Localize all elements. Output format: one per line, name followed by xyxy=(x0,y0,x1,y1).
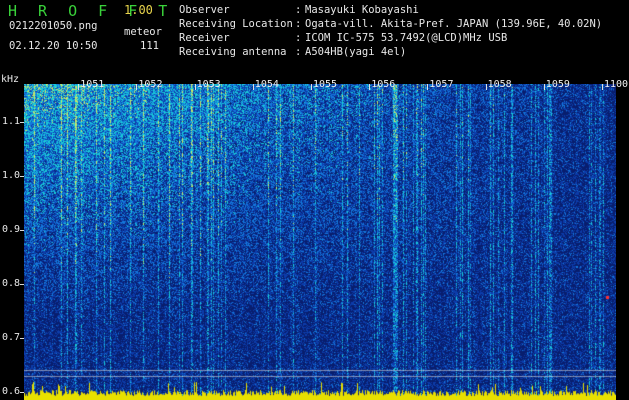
y-tick-label: 0.7 xyxy=(2,331,21,343)
spectrogram-panel xyxy=(24,84,616,400)
minute-label: 1055 xyxy=(313,79,338,90)
station-info-label: Receiving antenna xyxy=(179,46,287,58)
minute-label: 1052 xyxy=(138,79,163,90)
y-tick-mark xyxy=(20,337,24,339)
station-info-value: Masayuki Kobayashi xyxy=(305,4,419,16)
minute-label: 1100 xyxy=(604,79,629,90)
y-tick-label: 0.8 xyxy=(2,277,21,289)
minute-tick xyxy=(543,84,545,90)
station-info-sep: : xyxy=(295,32,302,44)
minute-label: 1056 xyxy=(371,79,396,90)
station-info-sep: : xyxy=(295,4,302,16)
y-tick-mark xyxy=(20,175,24,177)
datetime-label: 02.12.20 10:50 xyxy=(9,40,98,52)
minute-tick xyxy=(252,84,254,90)
y-tick-mark xyxy=(20,283,24,285)
minute-tick xyxy=(427,84,429,90)
y-tick-mark xyxy=(20,121,24,123)
y-tick-label: 0.6 xyxy=(2,385,21,397)
station-info-label: Receiving Location xyxy=(179,18,293,30)
minute-label: 1057 xyxy=(429,79,454,90)
y-tick-label: 1.0 xyxy=(2,169,21,181)
minute-tick xyxy=(485,84,487,90)
count-label: meteor xyxy=(124,26,162,38)
station-info-label: Observer xyxy=(179,4,230,16)
minute-tick xyxy=(602,84,603,90)
minute-tick xyxy=(311,84,312,90)
app-version: 1.00 xyxy=(124,3,153,17)
minute-tick xyxy=(78,84,80,90)
station-info-row: Receiving Location: Ogata-vill. Akita-Pre… xyxy=(179,18,624,31)
minute-label: 1054 xyxy=(254,79,279,90)
y-axis-unit: kHz xyxy=(1,74,20,85)
station-info-value: A504HB(yagi 4el) xyxy=(305,46,407,58)
minute-label: 1058 xyxy=(487,79,512,90)
minute-label: 1053 xyxy=(196,79,221,90)
minute-label: 1051 xyxy=(80,79,105,90)
filename-label: 0212201050.png xyxy=(9,20,98,32)
minute-tick xyxy=(369,84,371,90)
station-info-row: Receiving antenna: A504HB(yagi 4el) xyxy=(179,46,624,59)
station-info-row: Observer: Masayuki Kobayashi xyxy=(179,4,624,17)
header-panel: H R O F F T 1.00 0212201050.png meteor 0… xyxy=(0,0,629,78)
meteor-count: 111 xyxy=(140,40,159,52)
y-tick-label: 0.9 xyxy=(2,223,21,235)
spectrogram-canvas xyxy=(24,84,616,400)
y-tick-mark xyxy=(20,229,24,231)
station-info-row: Receiver: ICOM IC-575 53.7492(@LCD)MHz US… xyxy=(179,32,624,45)
station-info-sep: : xyxy=(295,18,302,30)
station-info-value: ICOM IC-575 53.7492(@LCD)MHz USB xyxy=(305,32,508,44)
station-info-label: Receiver xyxy=(179,32,230,44)
station-info-sep: : xyxy=(295,46,302,58)
minute-tick xyxy=(136,84,138,90)
station-info-value: Ogata-vill. Akita-Pref. JAPAN (139.96E, … xyxy=(305,18,603,30)
y-tick-label: 1.1 xyxy=(2,115,21,127)
minute-label: 1059 xyxy=(545,79,570,90)
minute-tick xyxy=(194,84,196,90)
y-tick-mark xyxy=(20,391,24,393)
